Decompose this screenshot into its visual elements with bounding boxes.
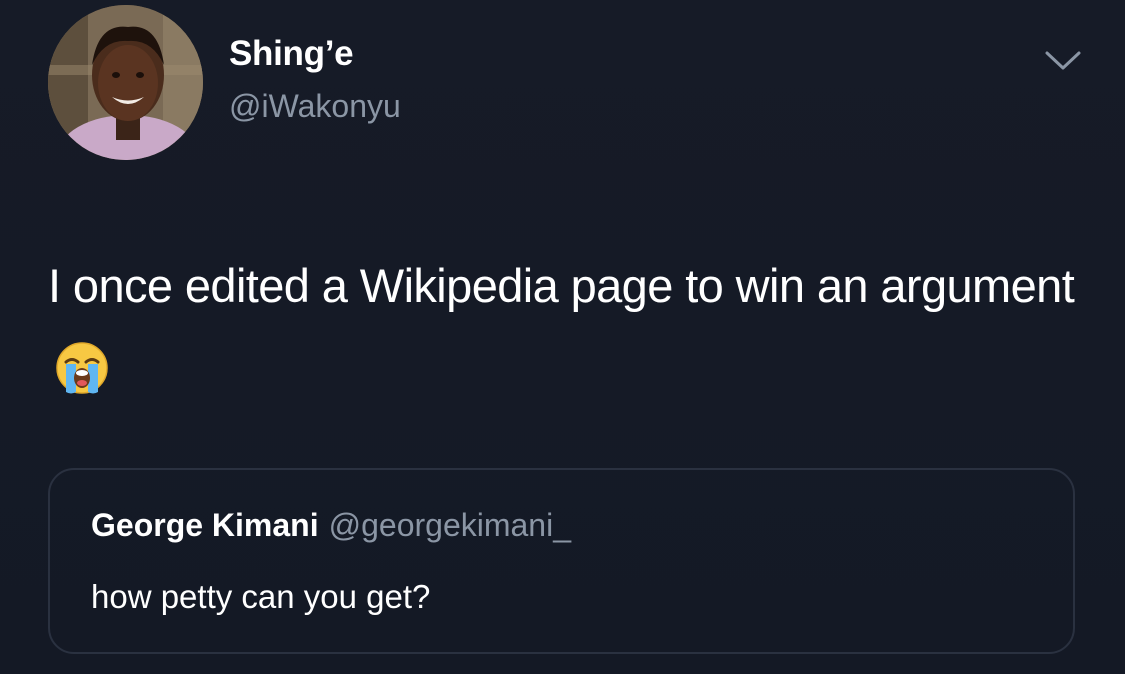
tweet-text: I once edited a Wikipedia page to win an… [48,243,1078,415]
tweet: Shing’e @iWakonyu I once edited a Wikipe… [0,0,1125,674]
quoted-author-display-name: George Kimani [91,507,319,543]
author-handle[interactable]: @iWakonyu [229,88,401,125]
avatar[interactable] [48,5,203,160]
quoted-tweet-header: George Kimani @georgekimani_ [91,507,571,544]
loudly-crying-face-emoji [54,337,110,394]
author-display-name[interactable]: Shing’e [229,34,354,74]
quoted-author-handle: @georgekimani_ [328,507,571,543]
chevron-down-icon[interactable] [1043,48,1083,74]
quoted-tweet-card[interactable]: George Kimani @georgekimani_ how petty ca… [48,468,1075,654]
profile-photo [48,5,203,160]
tweet-body: I once edited a Wikipedia page to win an… [48,259,1075,312]
quoted-tweet-text: how petty can you get? [91,578,431,615]
